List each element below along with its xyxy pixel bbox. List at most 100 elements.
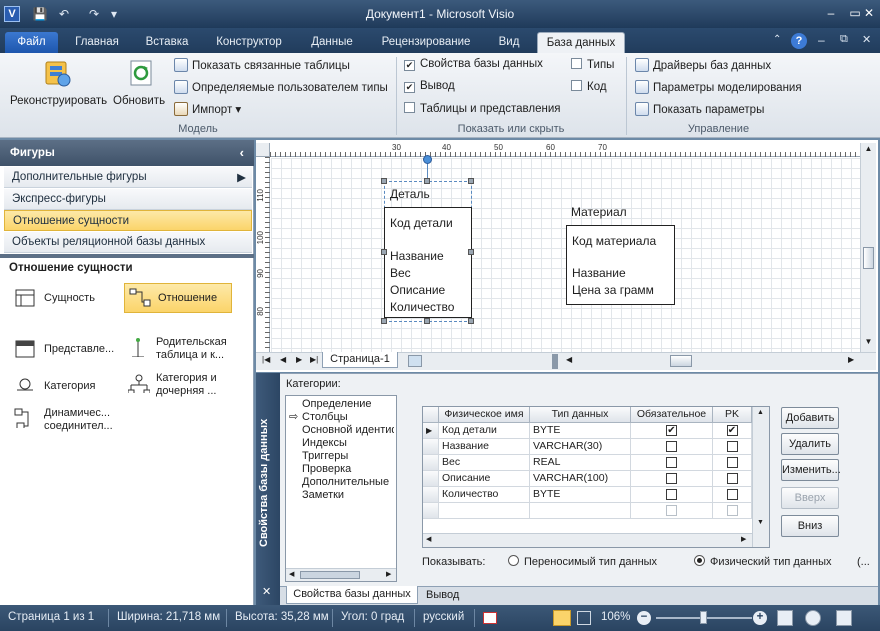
doc-minimize-icon[interactable]: – bbox=[818, 33, 825, 47]
stencil-more-shapes[interactable]: Дополнительные фигуры ▶ bbox=[4, 167, 252, 188]
close-pane-icon[interactable]: ✕ bbox=[262, 585, 271, 598]
checkbox[interactable] bbox=[666, 457, 677, 468]
checkbox[interactable] bbox=[666, 489, 677, 500]
categories-hscrollbar[interactable]: ◀ ▶ bbox=[286, 568, 396, 581]
scroll-right-icon[interactable]: ▶ bbox=[741, 535, 746, 543]
scroll-down-icon[interactable]: ▼ bbox=[757, 519, 764, 526]
table-row-new[interactable] bbox=[423, 503, 752, 519]
presentation-icon[interactable] bbox=[577, 611, 591, 625]
macro-record-icon[interactable] bbox=[483, 612, 497, 624]
rotation-handle[interactable] bbox=[423, 155, 432, 164]
pk-cell[interactable] bbox=[713, 439, 752, 455]
zoom-out-icon[interactable]: − bbox=[637, 611, 651, 625]
grid-hscrollbar[interactable]: ◀ ▶ bbox=[423, 533, 752, 547]
data-type-cell[interactable] bbox=[530, 503, 631, 519]
zoom-level[interactable]: 106% bbox=[601, 611, 630, 623]
entity-pk-box[interactable]: Код материала bbox=[566, 225, 675, 256]
selection-handle[interactable] bbox=[468, 249, 474, 255]
column-header[interactable]: Обязательное bbox=[631, 407, 713, 423]
checkbox[interactable]: ✔ bbox=[726, 425, 738, 436]
delete-button[interactable]: Удалить bbox=[781, 433, 839, 455]
help-icon[interactable]: ? bbox=[791, 33, 807, 49]
category-item[interactable]: Определение bbox=[302, 398, 394, 410]
tab-insert[interactable]: Вставка bbox=[138, 32, 196, 53]
scroll-left-icon[interactable]: ◀ bbox=[289, 570, 294, 578]
checkbox[interactable] bbox=[726, 441, 738, 452]
physical-name-cell[interactable] bbox=[439, 503, 530, 519]
selection-handle[interactable] bbox=[381, 178, 387, 184]
show-related-tables-button[interactable]: Показать связанные таблицы bbox=[174, 58, 350, 72]
physical-name-cell[interactable]: Описание bbox=[439, 471, 530, 487]
language-status[interactable]: русский bbox=[423, 611, 464, 623]
physical-name-cell[interactable]: Название bbox=[439, 439, 530, 455]
selection-handle[interactable] bbox=[424, 178, 430, 184]
data-type-cell[interactable]: VARCHAR(30) bbox=[530, 439, 631, 455]
refresh-button[interactable]: Обновить bbox=[112, 55, 170, 111]
data-type-cell[interactable]: REAL bbox=[530, 455, 631, 471]
selection-handle[interactable] bbox=[381, 249, 387, 255]
row-selector[interactable] bbox=[423, 503, 439, 519]
next-page-icon[interactable]: ▶ bbox=[296, 355, 302, 364]
close-button[interactable]: ✕ bbox=[858, 4, 880, 22]
output-checkbox[interactable]: ✔ Вывод bbox=[404, 80, 455, 93]
splitter-handle[interactable] bbox=[552, 354, 558, 369]
selection-handle[interactable] bbox=[381, 318, 387, 324]
tab-data[interactable]: Данные bbox=[302, 32, 362, 53]
move-up-button[interactable]: Вверх bbox=[781, 487, 839, 509]
tab-design[interactable]: Конструктор bbox=[206, 32, 292, 53]
physical-name-cell[interactable]: Код детали bbox=[439, 423, 530, 439]
category-item[interactable]: Индексы bbox=[302, 437, 394, 449]
column-header[interactable]: Тип данных bbox=[530, 407, 631, 423]
edit-button[interactable]: Изменить... bbox=[781, 459, 841, 481]
selection-handle[interactable] bbox=[424, 318, 430, 324]
prev-page-icon[interactable]: ◀ bbox=[280, 355, 286, 364]
zoom-slider-thumb[interactable] bbox=[700, 611, 707, 624]
reverse-engineer-button[interactable]: Реконструировать bbox=[8, 55, 110, 111]
db-drivers-button[interactable]: Драйверы баз данных bbox=[635, 58, 771, 72]
pan-zoom-icon[interactable] bbox=[805, 610, 821, 626]
table-row[interactable]: Название VARCHAR(30) bbox=[423, 439, 752, 455]
first-page-icon[interactable]: |◀ bbox=[262, 355, 270, 364]
category-item[interactable]: Основной идентиф bbox=[302, 424, 394, 436]
checkbox[interactable] bbox=[726, 489, 738, 500]
insert-page-icon[interactable] bbox=[408, 355, 422, 367]
category-item-selected[interactable]: Столбцы bbox=[302, 411, 394, 423]
radio-physical[interactable] bbox=[694, 555, 705, 566]
table-row[interactable]: Описание VARCHAR(100) bbox=[423, 471, 752, 487]
scroll-up-icon[interactable]: ▲ bbox=[757, 409, 764, 416]
ruler-corner[interactable] bbox=[256, 143, 270, 157]
move-down-button[interactable]: Вниз bbox=[781, 515, 839, 537]
checkbox[interactable] bbox=[666, 473, 677, 484]
data-type-cell[interactable]: BYTE bbox=[530, 487, 631, 503]
required-cell[interactable]: ✔ bbox=[631, 423, 713, 439]
row-selector[interactable]: ▶ bbox=[423, 423, 439, 439]
required-cell[interactable] bbox=[631, 455, 713, 471]
scroll-down-icon[interactable]: ▼ bbox=[862, 337, 875, 350]
checkbox[interactable] bbox=[726, 473, 738, 484]
stencil-relational-db[interactable]: Объекты реляционной базы данных bbox=[4, 232, 252, 253]
switch-windows-icon[interactable] bbox=[836, 610, 852, 626]
row-selector[interactable] bbox=[423, 471, 439, 487]
tab-output[interactable]: Вывод bbox=[426, 589, 459, 601]
shape-entity[interactable]: Сущность bbox=[14, 286, 120, 310]
fit-page-icon[interactable] bbox=[777, 610, 793, 626]
shape-dynamic-connector[interactable]: Динамичес... соединител... bbox=[14, 406, 124, 436]
types-checkbox[interactable]: Типы bbox=[571, 58, 614, 71]
physical-name-cell[interactable]: Вес bbox=[439, 455, 530, 471]
zoom-in-icon[interactable]: + bbox=[753, 611, 767, 625]
data-type-cell[interactable]: BYTE bbox=[530, 423, 631, 439]
tab-db-properties[interactable]: Свойства базы данных bbox=[286, 586, 418, 604]
shape-category-child[interactable]: Категория и дочерняя ... bbox=[128, 371, 238, 401]
column-header[interactable]: Физическое имя bbox=[439, 407, 530, 423]
required-cell[interactable] bbox=[631, 439, 713, 455]
doc-restore-icon[interactable]: ⧉ bbox=[840, 33, 848, 46]
tab-review[interactable]: Рецензирование bbox=[372, 32, 480, 53]
scroll-right-icon[interactable]: ▶ bbox=[386, 570, 391, 578]
import-button[interactable]: Импорт ▾ bbox=[174, 102, 241, 116]
shape-category[interactable]: Категория bbox=[14, 375, 120, 399]
row-selector[interactable] bbox=[423, 439, 439, 455]
grid-vscrollbar[interactable]: ▲ ▼ bbox=[752, 407, 769, 547]
physical-name-cell[interactable]: Количество bbox=[439, 487, 530, 503]
checkbox[interactable]: ✔ bbox=[666, 425, 677, 436]
shape-relationship[interactable]: Отношение bbox=[124, 283, 232, 313]
